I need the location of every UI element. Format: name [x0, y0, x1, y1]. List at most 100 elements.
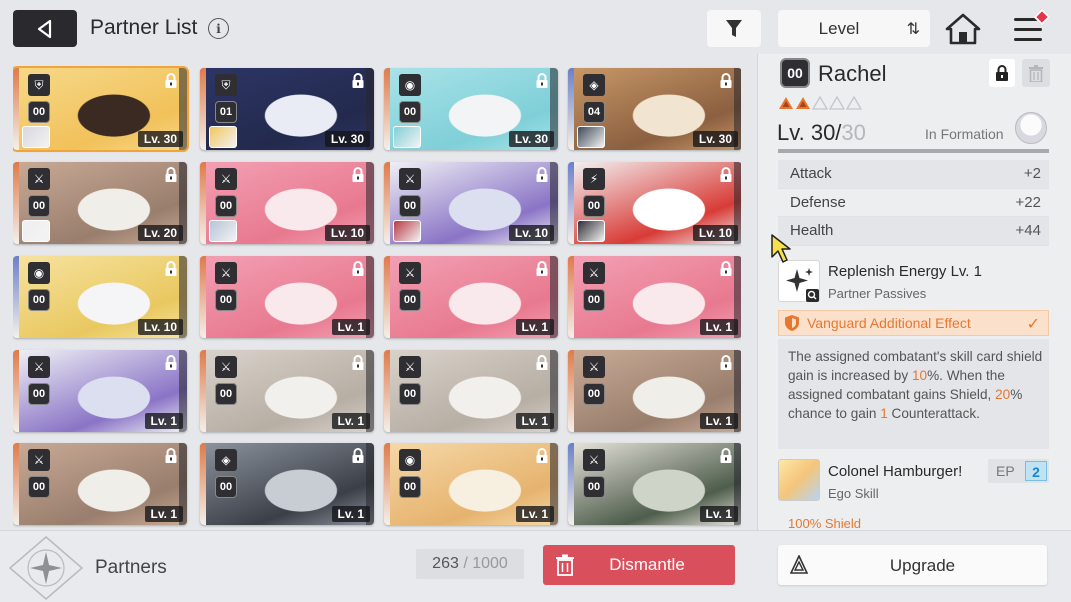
card-edge [568, 256, 574, 338]
partner-card[interactable]: ⚔ 00 Lv. 1 [568, 256, 741, 338]
partner-card[interactable]: ⚔ 00 Lv. 1 [384, 256, 558, 338]
ego-skill-subtitle: Ego Skill [828, 486, 879, 501]
sort-dropdown[interactable]: Level ⇅ [778, 10, 930, 47]
card-edge [13, 68, 19, 150]
lock-icon [719, 73, 733, 89]
lock-icon [351, 448, 365, 464]
partner-level: Lv. 10 [137, 319, 183, 335]
card-edge [568, 68, 574, 150]
stat-list: Attack +2 Defense +22 Health +44 [778, 160, 1049, 246]
sort-label: Level [818, 19, 860, 38]
partner-level: Lv. 10 [692, 225, 738, 241]
partner-card[interactable]: ◈ 00 Lv. 1 [200, 443, 374, 525]
partner-card[interactable]: ⚔ 00 Lv. 1 [568, 350, 741, 432]
sparkle-icon [786, 268, 819, 302]
partner-card[interactable]: ◉ 00 Lv. 1 [384, 443, 558, 525]
partner-card[interactable]: ⚔ 00 Lv. 20 [13, 162, 187, 244]
stat-label: Defense [790, 193, 846, 211]
assigned-combatant-avatar [577, 126, 605, 148]
menu-button[interactable] [1010, 8, 1052, 46]
ep-label: EP [996, 463, 1015, 479]
assigned-combatant-avatar [577, 220, 605, 242]
lock-icon [164, 261, 178, 277]
class-icon: ⚔ [583, 356, 605, 378]
formation-avatar[interactable] [1015, 112, 1047, 144]
partner-card[interactable]: ⚔ 00 Lv. 1 [13, 443, 187, 525]
rank-badge: 00 [399, 101, 421, 123]
class-icon: ⚔ [215, 262, 237, 284]
partner-card[interactable]: ⚔ 00 Lv. 1 [384, 350, 558, 432]
assigned-combatant-avatar [393, 220, 421, 242]
partner-level: Lv. 1 [699, 506, 738, 522]
stat-value: +2 [1023, 165, 1041, 183]
partner-card[interactable]: ◉ 00 Lv. 10 [13, 256, 187, 338]
class-icon: ⚔ [215, 168, 237, 190]
class-icon: ⚔ [583, 262, 605, 284]
partner-card[interactable]: ⚔ 00 Lv. 1 [200, 256, 374, 338]
ego-skill-icon[interactable] [778, 459, 820, 501]
rank-badge: 00 [215, 195, 237, 217]
card-edge [384, 256, 390, 338]
dismantle-button[interactable]: Dismantle [543, 545, 735, 585]
partner-level: Lv. 1 [515, 319, 554, 335]
rarity-stars [778, 96, 862, 110]
lock-button[interactable] [989, 59, 1015, 87]
card-edge [200, 350, 206, 432]
partners-label: Partners [95, 557, 167, 578]
class-icon: ⛨ [215, 74, 237, 96]
mouse-cursor-icon [771, 234, 791, 263]
vanguard-effect-title: Vanguard Additional Effect [807, 315, 971, 331]
vanguard-effect-header[interactable]: Vanguard Additional Effect ✓ [778, 310, 1049, 336]
card-edge [200, 68, 206, 150]
class-icon: ⚔ [28, 168, 50, 190]
sort-order-icon[interactable]: ⇅ [907, 19, 920, 38]
partner-card[interactable]: ⚔ 00 Lv. 10 [200, 162, 374, 244]
partner-card[interactable]: ⚔ 00 Lv. 10 [384, 162, 558, 244]
back-arrow-icon [37, 19, 52, 38]
class-icon: ⚔ [399, 262, 421, 284]
partner-card[interactable]: ⚔ 00 Lv. 1 [200, 350, 374, 432]
assigned-combatant-avatar [22, 126, 50, 148]
rank-badge: 00 [215, 383, 237, 405]
partner-card[interactable]: ⚔ 00 Lv. 1 [568, 443, 741, 525]
class-icon: ◉ [28, 262, 50, 284]
info-icon[interactable]: i [208, 18, 229, 39]
lock-icon [535, 355, 549, 371]
level-readout: Lv. 30/30 [777, 120, 866, 146]
partner-card[interactable]: ⛨ 00 Lv. 30 [13, 66, 189, 152]
lock-icon [351, 73, 365, 89]
card-edge [384, 350, 390, 432]
star-empty-icon [846, 96, 862, 110]
upgrade-button[interactable]: Upgrade [778, 545, 1047, 585]
rank-badge: 00 [399, 195, 421, 217]
rank-badge: 00 [28, 101, 50, 123]
home-button[interactable] [945, 12, 981, 46]
level-progress-fill [778, 149, 1049, 153]
partner-level: Lv. 1 [144, 413, 183, 429]
assigned-combatant-avatar [209, 126, 237, 148]
rank-badge: 00 [399, 383, 421, 405]
back-button[interactable] [13, 10, 77, 47]
ep-value: 2 [1025, 461, 1047, 481]
partner-card[interactable]: ◈ 04 Lv. 30 [568, 68, 741, 150]
rank-badge: 00 [583, 476, 605, 498]
rank-badge: 00 [215, 476, 237, 498]
menu-bar [1014, 28, 1042, 31]
lock-icon [351, 167, 365, 183]
card-edge [200, 162, 206, 244]
partner-level: Lv. 1 [515, 413, 554, 429]
rank-badge: 00 [780, 58, 810, 88]
assigned-combatant-avatar [22, 220, 50, 242]
partner-level: Lv. 1 [699, 319, 738, 335]
partner-card[interactable]: ⚡ 00 Lv. 10 [568, 162, 741, 244]
partner-card[interactable]: ⚔ 00 Lv. 1 [13, 350, 187, 432]
partner-card[interactable]: ◉ 00 Lv. 30 [384, 68, 558, 150]
assigned-combatant-avatar [393, 126, 421, 148]
passive-skill-icon[interactable] [778, 260, 820, 302]
level-max: 30 [841, 120, 866, 145]
filter-button[interactable] [707, 10, 761, 47]
partner-card[interactable]: ⛨ 01 Lv. 30 [200, 68, 374, 150]
trash-button[interactable] [1022, 59, 1050, 87]
partner-count: 263 / 1000 [416, 549, 524, 579]
card-edge [384, 68, 390, 150]
